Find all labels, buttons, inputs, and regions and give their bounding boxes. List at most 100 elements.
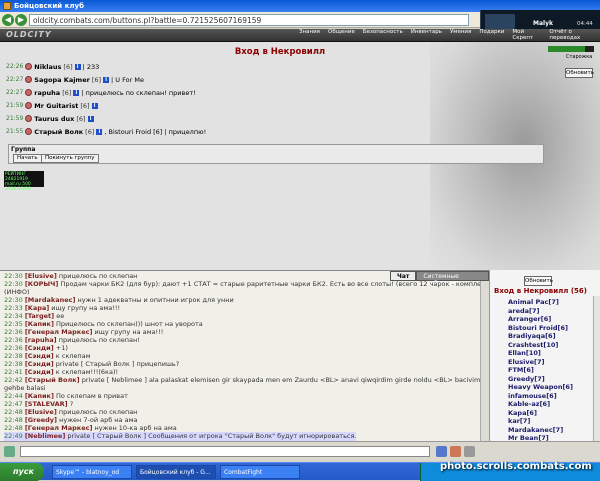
game-nav-item[interactable]: Умения [446,29,475,42]
forward-icon[interactable]: ▶ [15,14,27,26]
player-name[interactable]: Старый Волк [34,128,83,136]
chat-text: private [ Neblimee ] ala palaskat elemis… [81,376,489,384]
chat-input[interactable] [20,446,430,457]
player-level: [6] [62,88,72,97]
start-button[interactable]: пуск [0,463,44,481]
chat-scrollbar[interactable] [480,281,489,441]
chat-line: 22:42 [Старый Волк] private [ Neblimee ]… [4,376,489,385]
taskbar-item[interactable]: Бойцовский клуб - G... [136,465,216,479]
game-nav-item[interactable]: Мой Скрепт [508,29,545,42]
row-message: | прицелюсь по склепан! привет! [81,88,196,97]
chat-nick[interactable]: [Mardakanec] [25,296,76,304]
chat-text: ? [69,400,74,408]
row-time: 22:27 [6,76,24,83]
chat-nick[interactable]: [Target] [25,312,54,320]
chat-text: gehbe balasi [4,384,46,392]
hp-bar [548,46,594,52]
chat-nick[interactable]: [Генерал Маркес] [25,328,93,336]
chat-nick[interactable]: [Elusive] [25,408,57,416]
player-name[interactable]: rapuha [34,89,60,97]
player-name[interactable]: Niklaus [34,63,61,71]
info-icon[interactable]: i [103,76,110,83]
group-title: Группа [11,146,36,153]
row-time: 21:55 [6,128,24,135]
room-row: 22:27 Sagopa Kajmer [6] i | U For Me [6,74,144,85]
chat-text: к склепам [55,352,91,360]
chat-nick[interactable]: [Elusive] [25,272,57,280]
chat-text: Прицелюсь по склепан))) шнот на уворота [56,320,203,328]
hp-label: Старожка [566,54,593,60]
room-row: 22:26 Niklaus [6] i | 233 [6,61,99,72]
chat-text: private [ Старый Волк ] прицепишь? [55,360,180,368]
row-message: | 233 [82,62,100,71]
main-panel: Вход в Некровилл Старожка Обновить 22:26… [0,42,600,270]
game-logo: OLDCITY [6,30,52,39]
chat-nick[interactable]: [Сэнди] [25,344,54,352]
info-icon[interactable]: i [91,102,98,109]
chat-nick[interactable]: [Старый Волк] [25,376,80,384]
chat-text: private [ Старый Волк ] Сообщения от игр… [67,432,357,440]
refresh-button[interactable]: Обновить [565,68,594,78]
url-field[interactable]: oldcity.combats.com/buttons.pl?battle=0.… [29,14,469,26]
chat-line: 22:49 [Neblimee] private [ Старый Волк ]… [4,432,357,441]
chat-time: 22:33 [4,304,23,312]
avatar-icon [25,115,33,122]
back-icon[interactable]: ◀ [2,14,14,26]
player-name[interactable]: Mr Guitarist [34,102,78,110]
chat-nick[interactable]: [rapuha] [25,336,57,344]
chat-time: 22:30 [4,296,23,304]
chat-nick[interactable]: [Сэнди] [25,360,54,368]
player-level: [6] [80,101,90,110]
game-nav-item[interactable]: Отчёт о переводах [545,29,600,42]
watermark: photo.scrolls.combats.com [440,461,592,472]
room-row: 21:59 Taurus dux [6] i [6,113,96,124]
taskbar-item[interactable]: CombatFight [220,465,300,479]
info-icon[interactable]: i [74,63,81,70]
game-nav-item[interactable]: Знания [295,29,324,42]
info-icon[interactable]: i [96,128,103,135]
chat-text: ее [56,312,65,320]
player-level: [6] [91,75,102,84]
online-user[interactable]: Mr Bean[7] [508,434,549,441]
smiles-icon[interactable] [464,446,475,457]
row-time: 21:59 [6,115,24,122]
window-title: Бойцовский клуб [14,2,84,10]
game-nav-item[interactable]: Безопасность [359,29,407,42]
chat-nick[interactable]: [Greedy] [25,416,57,424]
chat-nick[interactable]: [КОРЫЧ] [25,280,59,288]
player-level: [6] [76,114,86,123]
chat-line: 22:30 [КОРЫЧ] Продам чарки БК2 (для бур)… [4,280,489,289]
chat-nick[interactable]: [Капик] [25,320,54,328]
info-icon[interactable]: i [73,89,80,96]
chat-input-bar [0,441,600,461]
online-scrollbar[interactable] [593,296,600,441]
game-nav-item[interactable]: Подарки [475,29,508,42]
chat-time: 22:38 [4,360,23,368]
player-name[interactable]: Taurus dux [34,115,74,123]
chat-nick[interactable]: [Kapa] [25,304,49,312]
chat-time: 22:42 [4,376,23,384]
leave-group-button[interactable]: Покинуть группу [41,154,99,163]
chat-mode-icon[interactable] [4,446,15,457]
taskbar-item[interactable]: Skype™ - blatnoy_od [52,465,132,479]
row-time: 22:27 [6,89,24,96]
chat-time: 22:30 [4,280,23,288]
chat-nick[interactable]: [Сэнди] [25,352,54,360]
room-row: 21:59 Mr Guitarist [6] i [6,100,100,111]
chat-nick[interactable]: [Генерал Маркес] [25,424,93,432]
room-row: 21:55 Старый Волк [6] i, Bistouri Froid [6]… [6,126,206,137]
game-nav-item[interactable]: Инвентарь [407,29,446,42]
game-nav-item[interactable]: Общение [324,29,359,42]
chat-nick[interactable]: [Neblimee] [25,432,66,440]
chat-time: 22:38 [4,352,23,360]
clear-icon[interactable] [450,446,461,457]
start-group-button[interactable]: Начать [13,154,42,163]
chat-time: 22:49 [4,432,23,440]
send-icon[interactable] [436,446,447,457]
chat-nick[interactable]: [Сэнди] [25,368,54,376]
chat-nick[interactable]: [Капик] [25,392,54,400]
online-refresh-button[interactable]: Обновить [524,276,553,286]
player-name[interactable]: Sagopa Kajmer [34,76,90,84]
chat-nick[interactable]: [STALEVAR] [25,400,68,408]
info-icon[interactable]: i [87,115,94,122]
